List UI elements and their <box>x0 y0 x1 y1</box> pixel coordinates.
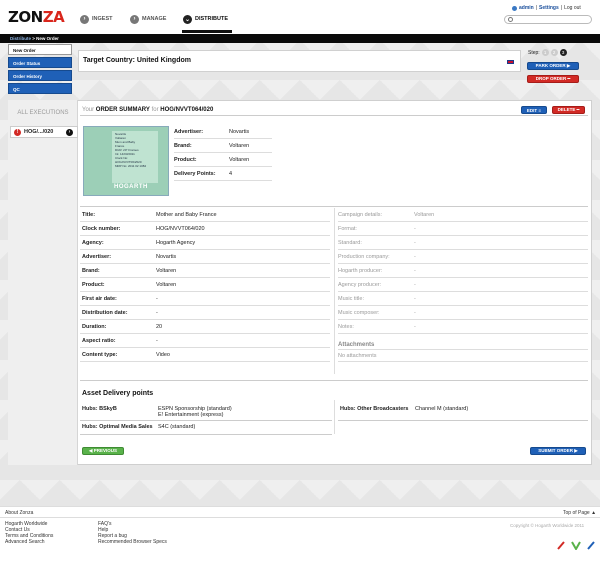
step-1[interactable]: 1 <box>541 49 549 56</box>
footer-links-col1: Hogarth Worldwide Contact Us Terms and C… <box>5 521 53 545</box>
chevron-down-icon: ⌄ <box>183 14 192 24</box>
about-zonza-link[interactable]: About Zonza <box>5 510 33 516</box>
detail-row: Agency producer: - <box>338 278 588 292</box>
order-clock-number: HOG/NVVT064/020 <box>160 107 214 113</box>
order-summary-title: ORDER SUMMARY <box>95 107 150 113</box>
hub-optimal-media-sales: Hubs: Optimal Media Sales S4C (standard) <box>82 424 196 430</box>
nav-distribute[interactable]: ⌄ DISTRIBUTE <box>183 12 228 26</box>
detail-row: First air date: - <box>80 292 330 306</box>
chevron-right-icon: › <box>80 14 89 24</box>
sidebar-item-order-status[interactable]: Order Status <box>8 57 72 68</box>
settings-link[interactable]: Settings <box>539 5 559 11</box>
overview-row: Advertiser: Novartis <box>174 125 272 139</box>
detail-row: Content type: Video <box>80 348 330 362</box>
divider <box>80 206 588 207</box>
breadcrumb-distribute-link[interactable]: Distribute <box>10 36 31 41</box>
step-label: Step: <box>528 49 540 56</box>
delete-button[interactable]: DELETE ━ <box>552 106 585 114</box>
order-details-left: Title: Mother and Baby France Clock numbe… <box>80 208 330 362</box>
step-3: 3 <box>559 49 567 56</box>
park-order-button[interactable]: PARK ORDER ▶ <box>527 62 579 70</box>
nav-manage[interactable]: › MANAGE <box>130 12 166 26</box>
detail-row: Distribution date: - <box>80 306 330 320</box>
detail-row: Clock number: HOG/NVVT064/020 <box>80 222 330 236</box>
drop-order-button[interactable]: DROP ORDER ━ <box>527 75 579 83</box>
previous-button[interactable]: ◀ PREVIOUS <box>82 447 124 455</box>
clock-slate-thumbnail[interactable]: Novartis Voltaren Mum and Baby France DU… <box>83 126 169 196</box>
detail-row: Hogarth producer: - <box>338 264 588 278</box>
chevron-right-icon: › <box>66 128 73 136</box>
overview-row: Delivery Points: 4 <box>174 167 272 181</box>
attachments-empty: No attachments <box>338 350 588 362</box>
user-bar: admin | Settings | Log out <box>512 5 581 11</box>
order-summary-header: Your ORDER SUMMARY for HOG/NVVT064/020 <box>80 104 588 116</box>
detail-row: Music composer: - <box>338 306 588 320</box>
step-2[interactable]: 2 <box>550 49 558 56</box>
detail-row: Notes: - <box>338 320 588 334</box>
footer <box>0 506 600 561</box>
overview-row: Brand: Voltaren <box>174 139 272 153</box>
detail-row: Production company: - <box>338 250 588 264</box>
all-executions-header[interactable]: ALL EXECUTIONS <box>8 110 78 116</box>
detail-row: Music title: - <box>338 292 588 306</box>
detail-row: Format: - <box>338 222 588 236</box>
attachments-heading: Attachments <box>338 340 588 350</box>
chevron-right-icon: › <box>130 14 139 24</box>
detail-row: Standard: - <box>338 236 588 250</box>
asset-delivery-title: Asset Delivery points <box>82 390 154 397</box>
detail-row: Advertiser: Novartis <box>80 250 330 264</box>
column-divider <box>334 208 335 374</box>
copyright: Copyright © Hogarth Worldwide 2011 <box>510 523 585 528</box>
hub-other-broadcasters: Hubs: Other Broadcasters Channel M (stan… <box>340 406 469 412</box>
search-input[interactable] <box>504 15 592 24</box>
breadcrumb: Distribute > New Order <box>0 34 600 43</box>
footer-link[interactable]: Advanced Search <box>5 539 53 545</box>
sidebar-item-order-history[interactable]: Order History <box>8 70 72 81</box>
footer-link[interactable]: Recommended Browser Specs <box>98 539 167 545</box>
breadcrumb-current: New Order <box>36 36 59 41</box>
hogarth-logo: HOGARTH <box>114 184 148 190</box>
logout-link[interactable]: Log out <box>564 5 581 11</box>
top-of-page-link[interactable]: Top of Page ▲ <box>563 510 596 516</box>
overview-row: Product: Voltaren <box>174 153 272 167</box>
warning-icon: ! <box>14 128 21 136</box>
brand-stripes-icon <box>557 541 595 550</box>
detail-row: Duration: 20 <box>80 320 330 334</box>
nav-ingest-label: INGEST <box>92 16 113 22</box>
order-details-right: Campaign details: Voltaren Format: - Stand… <box>338 208 588 362</box>
detail-row: Aspect ratio: - <box>80 334 330 348</box>
executions-column <box>8 100 78 465</box>
execution-item[interactable]: ! HOG/.../020 › <box>10 126 78 138</box>
detail-row: Agency: Hogarth Agency <box>80 236 330 250</box>
user-name-link[interactable]: admin <box>519 5 534 11</box>
sidebar-item-new-order[interactable]: New Order <box>8 44 72 55</box>
nav-manage-label: MANAGE <box>142 16 167 22</box>
step-indicator: Step: 1 2 3 <box>528 49 567 56</box>
divider <box>80 380 588 381</box>
overview-fields: Advertiser: Novartis Brand: Voltaren Produ… <box>174 125 272 181</box>
edit-button[interactable]: EDIT ≡ <box>521 106 547 114</box>
sidebar: New Order Order Status Order History QC <box>8 44 72 96</box>
nav-ingest[interactable]: › INGEST <box>80 12 112 26</box>
zonza-logo[interactable]: ZONZA <box>8 8 65 26</box>
detail-row: Brand: Voltaren <box>80 264 330 278</box>
target-country-title: Target Country: United Kingdom <box>83 57 191 64</box>
nav-distribute-label: DISTRIBUTE <box>195 16 228 22</box>
detail-row: Product: Voltaren <box>80 278 330 292</box>
search-icon <box>508 17 513 22</box>
footer-links-col2: FAQ's Help Report a bug Recommended Brow… <box>98 521 167 545</box>
hub-bskyb: Hubs: BSkyB ESPN Sponsorship (standard) E… <box>82 406 232 418</box>
execution-item-label: HOG/.../020 <box>24 129 54 135</box>
user-icon <box>512 5 517 11</box>
target-country-panel: Target Country: United Kingdom <box>78 50 521 72</box>
detail-row: Title: Mother and Baby France <box>80 208 330 222</box>
detail-row: Campaign details: Voltaren <box>338 208 588 222</box>
submit-order-button[interactable]: SUBMIT ORDER ▶ <box>530 447 586 455</box>
nav-active-indicator <box>182 30 232 33</box>
sidebar-item-qc[interactable]: QC <box>8 83 72 94</box>
uk-flag-icon <box>507 60 514 64</box>
